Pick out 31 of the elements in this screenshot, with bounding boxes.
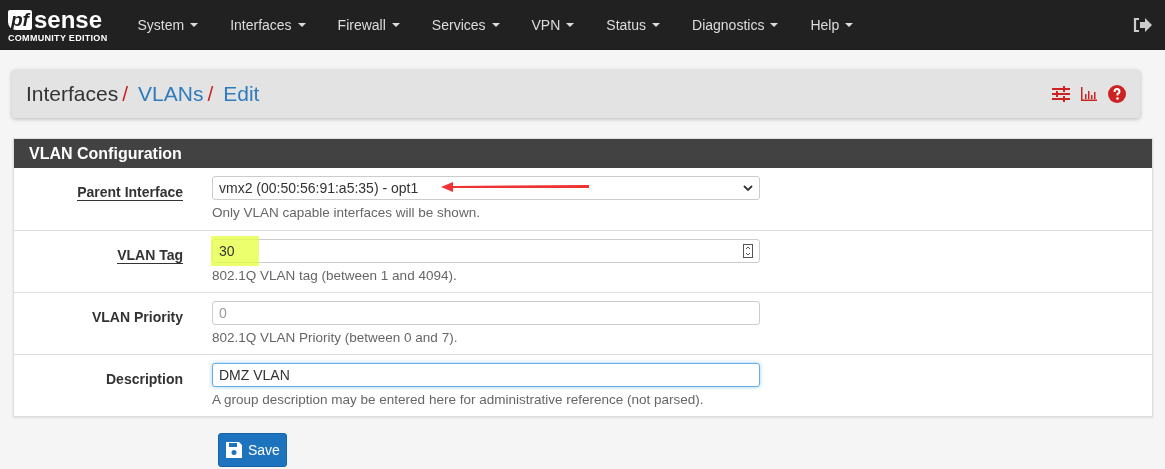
nav-menu[interactable]: System bbox=[121, 17, 215, 33]
nav-menu[interactable]: Interfaces bbox=[214, 17, 322, 33]
nav-menu[interactable]: Status bbox=[590, 17, 677, 33]
chevron-icon bbox=[743, 184, 753, 192]
field-label: VLAN Tag bbox=[117, 247, 183, 264]
logout-icon[interactable] bbox=[1133, 17, 1153, 33]
logo[interactable]: pf sense COMMUNITY EDITION bbox=[8, 7, 108, 43]
nav-menu[interactable]: Diagnostics bbox=[676, 17, 795, 33]
help-icon[interactable] bbox=[1108, 85, 1126, 103]
input-field[interactable]: 30 bbox=[212, 239, 760, 263]
help-text: A group description may be entered here for administrative reference (not parsed). bbox=[212, 392, 705, 407]
breadcrumb-text: Interfaces bbox=[26, 82, 119, 106]
help-text: Only VLAN capable interfaces will be shown. bbox=[212, 205, 481, 220]
sliders-icon[interactable] bbox=[1052, 85, 1070, 103]
save-button[interactable]: Save bbox=[218, 433, 287, 467]
field-label: VLAN Priority bbox=[92, 309, 183, 325]
breadcrumb-separator: / bbox=[122, 82, 129, 106]
bar-chart-icon[interactable] bbox=[1080, 85, 1098, 103]
nav-menu[interactable]: Services bbox=[415, 17, 516, 33]
interface-select[interactable]: vmx2 (00:50:56:91:a5:35) - opt1 bbox=[212, 176, 760, 200]
help-text: 802.1Q VLAN Priority (between 0 and 7). bbox=[212, 330, 459, 345]
nav-menu[interactable]: VPN bbox=[515, 17, 591, 33]
nav-menu[interactable]: Firewall bbox=[321, 17, 416, 33]
field-label: Parent Interface bbox=[77, 184, 183, 201]
help-text: 802.1Q VLAN tag (between 1 and 4094). bbox=[212, 268, 458, 283]
panel-title: VLAN Configuration bbox=[14, 139, 1152, 168]
spinner-icon[interactable] bbox=[743, 244, 753, 258]
breadcrumb-separator: / bbox=[207, 82, 214, 106]
input-field[interactable]: DMZ VLAN bbox=[212, 363, 760, 387]
nav-menu[interactable]: Help bbox=[794, 17, 870, 33]
field-label: Description bbox=[106, 371, 183, 387]
